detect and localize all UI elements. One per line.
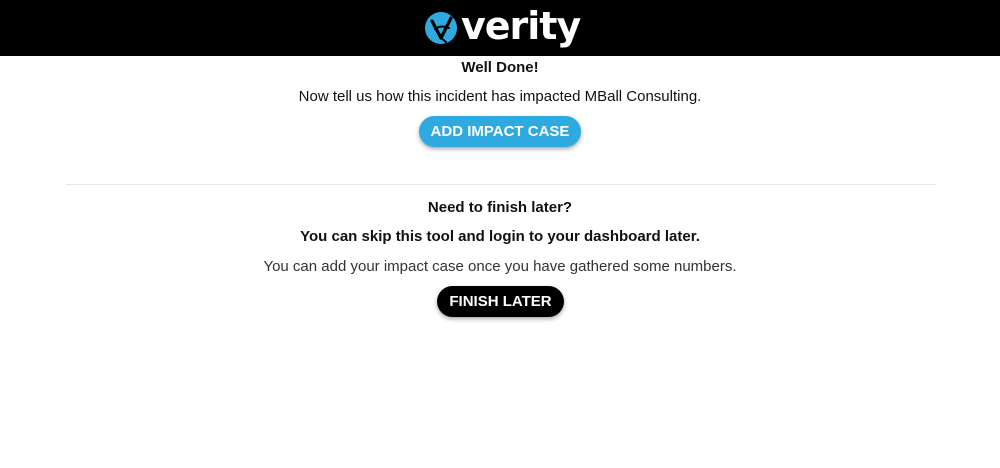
impact-prompt-text: Now tell us how this incident has impact… — [298, 88, 702, 105]
finish-later-heading: Need to finish later? — [427, 199, 573, 216]
finish-later-button[interactable]: FINISH LATER — [437, 286, 564, 317]
top-header-bar: verity — [0, 0, 1000, 56]
verity-logo-mark-icon — [425, 12, 457, 44]
verity-logo[interactable]: verity — [424, 4, 581, 50]
skip-tool-text: You can skip this tool and login to your… — [300, 228, 700, 245]
well-done-heading: Well Done! — [461, 59, 539, 76]
add-impact-case-button[interactable]: ADD IMPACT CASE — [419, 116, 581, 147]
impact-case-note: You can add your impact case once you ha… — [263, 258, 737, 275]
section-divider — [66, 184, 936, 185]
brand-name: verity — [461, 4, 581, 48]
